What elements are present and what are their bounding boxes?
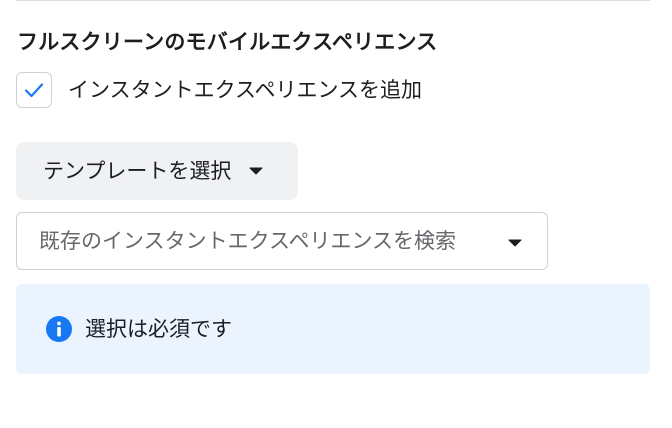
instant-experience-label: インスタントエクスペリエンスを追加 — [68, 78, 423, 102]
top-divider — [16, 0, 650, 1]
caret-down-icon — [249, 167, 263, 175]
section-title: フルスクリーンのモバイルエクスペリエンス — [17, 30, 438, 54]
instant-experience-checkbox[interactable] — [16, 72, 52, 108]
checkmark-icon — [24, 83, 44, 98]
existing-experience-search[interactable]: 既存のインスタントエクスペリエンスを検索 — [16, 212, 548, 270]
template-select-label: テンプレートを選択 — [43, 159, 232, 183]
info-icon — [46, 316, 72, 342]
template-select-button[interactable]: テンプレートを選択 — [16, 142, 298, 200]
instant-experience-row[interactable]: インスタントエクスペリエンスを追加 — [16, 72, 422, 108]
required-notice: 選択は必須です — [16, 284, 650, 374]
existing-experience-placeholder: 既存のインスタントエクスペリエンスを検索 — [39, 229, 457, 253]
notice-text: 選択は必須です — [85, 317, 232, 341]
caret-down-icon — [508, 239, 522, 247]
